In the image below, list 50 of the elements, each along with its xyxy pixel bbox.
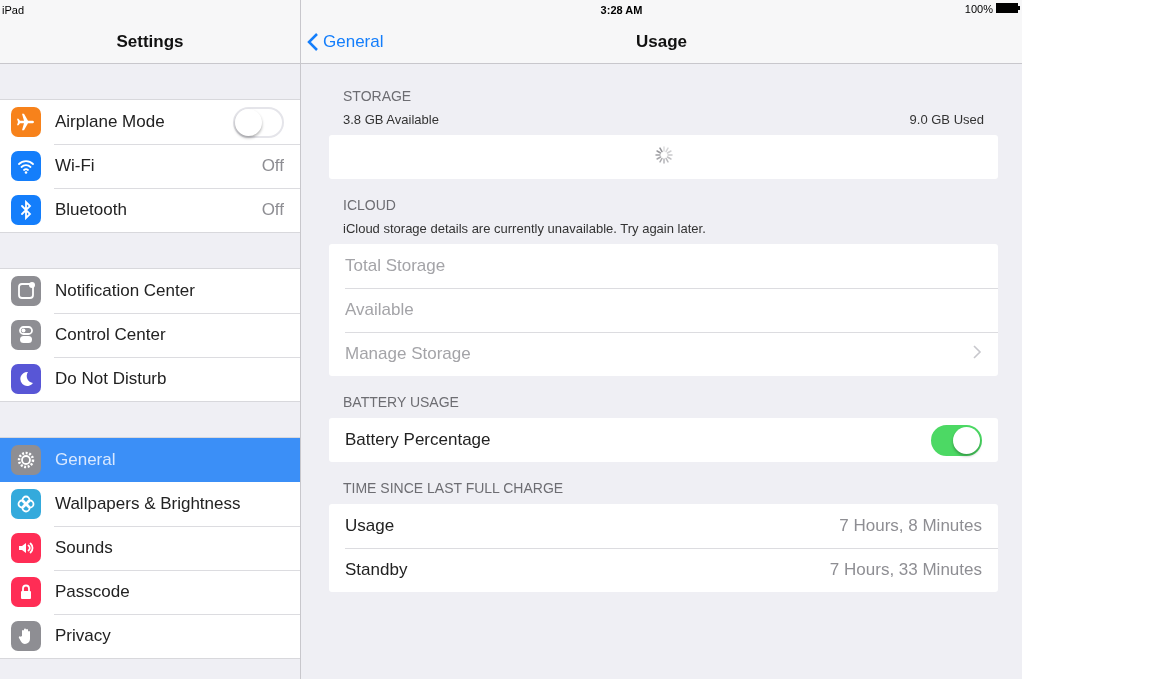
item-value: Off xyxy=(261,200,284,220)
section-header: TIME SINCE LAST FULL CHARGE xyxy=(342,480,565,496)
section-header: BATTERY USAGE xyxy=(342,394,460,410)
chevron-icon xyxy=(307,31,319,52)
settings-item[interactable]: Do Not Disturb xyxy=(0,357,300,401)
item-label: Sounds xyxy=(55,538,114,558)
item-label: General xyxy=(55,450,117,470)
settings-row[interactable]: Battery Percentage xyxy=(329,418,998,462)
item-label: Wallpapers & Brightness xyxy=(55,494,242,514)
status-time: 3:28 AM xyxy=(600,4,643,16)
section-header: ICLOUD xyxy=(342,197,397,213)
row-label: Battery Percentage xyxy=(345,430,492,450)
settings-item[interactable]: Control Center xyxy=(0,313,300,357)
settings-item[interactable]: Bluetooth Off xyxy=(0,188,300,232)
section-note: iCloud storage details are currently unavailable. Try again later. xyxy=(342,221,707,236)
settings-item[interactable]: Notification Center xyxy=(0,269,300,313)
row-label: Manage Storage xyxy=(345,344,472,364)
settings-title: Settings xyxy=(116,31,184,52)
settings-item[interactable]: Wallpapers & Brightness xyxy=(0,482,300,526)
settings-item[interactable]: Privacy xyxy=(0,614,300,658)
settings-item[interactable]: Wi-Fi Off xyxy=(0,144,300,188)
item-value: Off xyxy=(261,156,284,176)
back-button[interactable]: General xyxy=(307,31,384,52)
item-label: Airplane Mode xyxy=(55,112,166,132)
battery-percent: 100% xyxy=(964,3,993,15)
storage-used: 9.0 GB Used xyxy=(909,112,984,127)
item-label: Control Center xyxy=(55,325,167,345)
row-label: Total Storage xyxy=(345,256,447,276)
storage-available: 3.8 GB Available xyxy=(343,112,439,127)
item-label: Do Not Disturb xyxy=(55,369,168,389)
battery-icon xyxy=(996,3,1020,15)
item-label: Bluetooth xyxy=(55,200,128,220)
item-label: Privacy xyxy=(55,626,112,646)
item-label: Passcode xyxy=(55,582,131,602)
item-label: Notification Center xyxy=(55,281,196,301)
settings-row[interactable]: Usage 7 Hours, 8 Minutes xyxy=(329,504,998,548)
section-header: STORAGE xyxy=(342,88,413,104)
device-name: iPad xyxy=(2,4,25,16)
settings-item[interactable]: Sounds xyxy=(0,526,300,570)
row-value: 7 Hours, 8 Minutes xyxy=(839,516,982,536)
row-label: Available xyxy=(345,300,415,320)
row-label: Standby xyxy=(345,560,409,580)
settings-item[interactable]: Passcode xyxy=(0,570,300,614)
page-title: Usage xyxy=(636,31,687,52)
toggle-switch[interactable] xyxy=(931,424,982,456)
settings-row[interactable]: Standby 7 Hours, 33 Minutes xyxy=(329,548,998,592)
settings-item[interactable]: Airplane Mode xyxy=(0,100,300,144)
row-value: 7 Hours, 33 Minutes xyxy=(829,560,982,580)
row-label: Usage xyxy=(345,516,396,536)
item-label: Wi-Fi xyxy=(55,156,96,176)
